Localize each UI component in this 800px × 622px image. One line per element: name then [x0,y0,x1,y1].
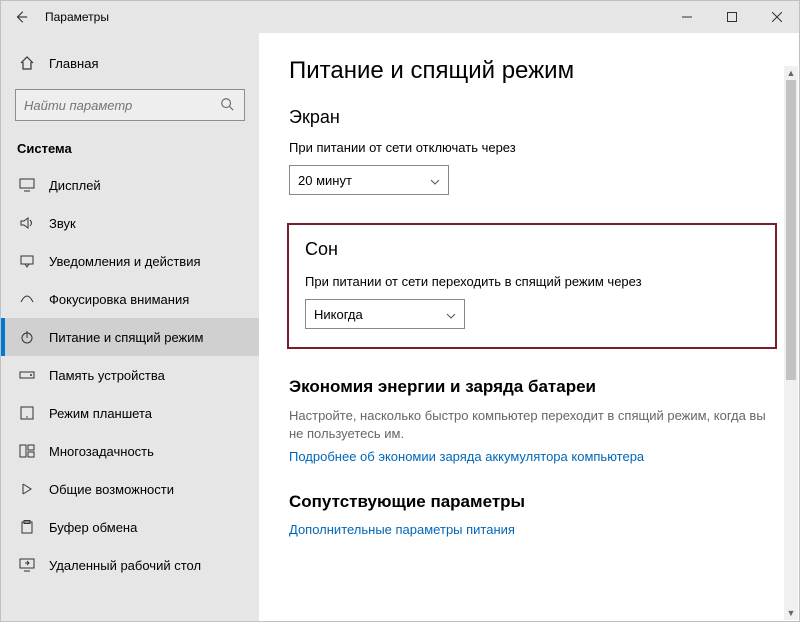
sidebar: Главная Система Дисплей Звук [1,33,259,621]
sleep-section-highlight: Сон При питании от сети переходить в спя… [287,223,777,349]
sidebar-item-focus[interactable]: Фокусировка внимания [1,280,259,318]
related-link[interactable]: Дополнительные параметры питания [289,522,775,537]
sidebar-item-label: Уведомления и действия [49,254,201,269]
close-icon [772,12,782,22]
back-button[interactable] [1,1,41,33]
screen-heading: Экран [289,107,775,128]
sidebar-item-shared[interactable]: Общие возможности [1,470,259,508]
maximize-button[interactable] [709,1,754,33]
clipboard-icon [19,520,35,534]
battery-section: Экономия энергии и заряда батареи Настро… [289,377,775,464]
sidebar-item-multitask[interactable]: Многозадачность [1,432,259,470]
sidebar-item-display[interactable]: Дисплей [1,166,259,204]
home-icon [19,55,35,71]
sidebar-item-label: Многозадачность [49,444,154,459]
main-wrap: Питание и спящий режим Экран При питании… [259,33,799,621]
home-label: Главная [49,56,98,71]
search-input[interactable] [24,98,220,113]
window-title: Параметры [41,10,109,24]
sidebar-item-notifications[interactable]: Уведомления и действия [1,242,259,280]
sidebar-item-label: Удаленный рабочий стол [49,558,201,573]
battery-heading: Экономия энергии и заряда батареи [289,377,775,397]
screen-label: При питании от сети отключать через [289,140,775,155]
search-icon [220,97,236,114]
sleep-timeout-value: Никогда [314,307,363,322]
chevron-down-icon [446,307,456,322]
scroll-down-icon[interactable]: ▼ [784,606,798,620]
sidebar-item-power[interactable]: Питание и спящий режим [1,318,259,356]
sidebar-item-storage[interactable]: Память устройства [1,356,259,394]
sidebar-item-label: Буфер обмена [49,520,137,535]
sidebar-item-label: Дисплей [49,178,101,193]
sidebar-nav: Дисплей Звук Уведомления и действия Фоку… [1,166,259,621]
shared-icon [19,482,35,496]
search-box[interactable] [15,89,245,121]
tablet-icon [19,406,35,420]
sleep-label: При питании от сети переходить в спящий … [305,274,759,289]
scrollbar[interactable]: ▲ ▼ [784,66,798,620]
scrollbar-thumb[interactable] [786,80,796,380]
remote-icon [19,558,35,572]
sidebar-item-label: Звук [49,216,76,231]
sleep-heading: Сон [305,239,759,260]
chevron-down-icon [430,173,440,188]
sidebar-item-clipboard[interactable]: Буфер обмена [1,508,259,546]
sidebar-section-label: Система [1,135,259,166]
sidebar-item-label: Память устройства [49,368,165,383]
sleep-timeout-select[interactable]: Никогда [305,299,465,329]
sound-icon [19,216,35,230]
close-button[interactable] [754,1,799,33]
minimize-icon [682,12,692,22]
page-title: Питание и спящий режим [289,57,775,85]
screen-section: Экран При питании от сети отключать чере… [289,107,775,195]
related-heading: Сопутствующие параметры [289,492,775,512]
screen-timeout-select[interactable]: 20 минут [289,165,449,195]
battery-desc: Настройте, насколько быстро компьютер пе… [289,407,775,443]
arrow-left-icon [14,10,28,24]
maximize-icon [727,12,737,22]
titlebar: Параметры [1,1,799,33]
notifications-icon [19,254,35,268]
sidebar-item-tablet[interactable]: Режим планшета [1,394,259,432]
display-icon [19,178,35,192]
power-icon [19,329,35,345]
minimize-button[interactable] [664,1,709,33]
battery-link[interactable]: Подробнее об экономии заряда аккумулятор… [289,449,775,464]
sidebar-home[interactable]: Главная [1,45,259,81]
focus-icon [19,292,35,306]
body: Главная Система Дисплей Звук [1,33,799,621]
sidebar-item-label: Питание и спящий режим [49,330,203,345]
storage-icon [19,369,35,381]
main-content: Питание и спящий режим Экран При питании… [259,33,799,621]
scroll-up-icon[interactable]: ▲ [784,66,798,80]
sidebar-item-remote[interactable]: Удаленный рабочий стол [1,546,259,584]
sidebar-item-label: Режим планшета [49,406,152,421]
sidebar-item-label: Общие возможности [49,482,174,497]
multitask-icon [19,444,35,458]
screen-timeout-value: 20 минут [298,173,352,188]
related-section: Сопутствующие параметры Дополнительные п… [289,492,775,537]
settings-window: Параметры Главная [0,0,800,622]
sidebar-item-label: Фокусировка внимания [49,292,189,307]
sidebar-item-sound[interactable]: Звук [1,204,259,242]
